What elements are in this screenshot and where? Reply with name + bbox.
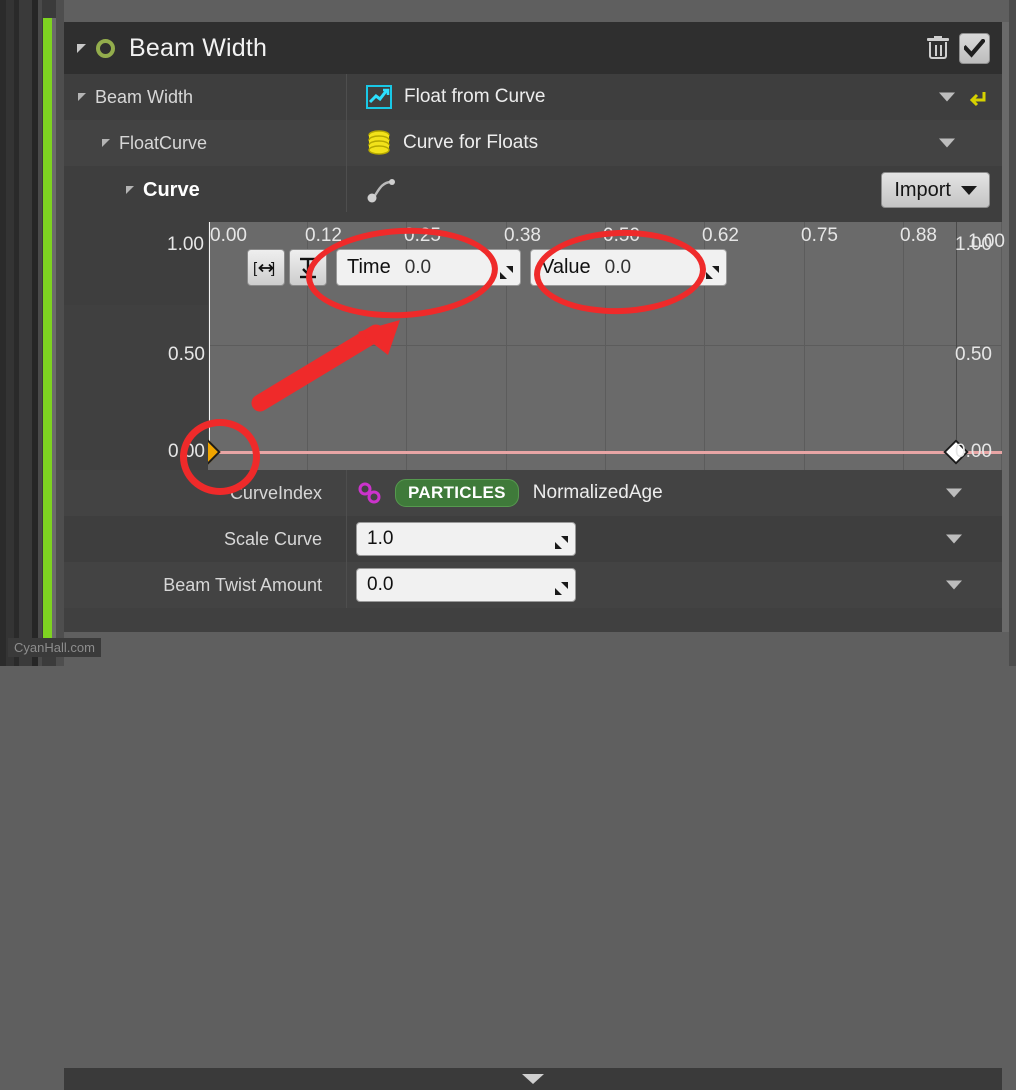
chevron-down-icon[interactable]: [946, 488, 962, 498]
link-chain-icon: [358, 482, 381, 504]
scale-curve-input[interactable]: 1.0: [356, 522, 576, 556]
row-label: Beam Width: [95, 86, 194, 107]
chevron-down-icon[interactable]: [939, 92, 955, 102]
curve-node-icon: [367, 179, 395, 203]
module-enabled-bar: [43, 18, 52, 648]
row-label: FloatCurve: [119, 132, 208, 153]
y-tick-mid-right: 0.50: [955, 344, 992, 365]
row-value: Curve for Floats: [403, 132, 539, 153]
row-float-curve-right[interactable]: Curve for Floats: [347, 120, 538, 166]
y-tick-top-right: 1.00: [955, 234, 992, 255]
header-expander[interactable]: [77, 43, 86, 53]
row-label: Beam Twist Amount: [163, 574, 322, 595]
trash-icon[interactable]: [927, 36, 949, 60]
y-tick-mid: 0.50: [168, 344, 205, 365]
trash-body: [929, 42, 947, 59]
gridline-v: [903, 222, 904, 470]
database-stack-icon: [368, 130, 390, 155]
reset-arrow-icon[interactable]: [968, 86, 990, 108]
check-button[interactable]: [959, 32, 990, 64]
triangle-collapse-icon: [126, 186, 134, 194]
chevron-down-icon[interactable]: [946, 534, 962, 544]
row-beam-twist-right[interactable]: 0.0: [347, 562, 576, 608]
unreal-cascade-property-panel: Beam Width Beam Width Float from Curve F…: [0, 0, 1016, 1090]
x-tick-0: 0.00: [210, 225, 247, 246]
highlight-selected-key: [180, 419, 260, 495]
fit-horizontal-icon[interactable]: [ ]: [247, 249, 285, 286]
triangle-collapse-icon: [78, 93, 86, 101]
gutter-strip-7: [56, 0, 64, 666]
row-label: Scale Curve: [223, 528, 322, 549]
panel-outer-edge: [1009, 0, 1016, 666]
row-value: Float from Curve: [404, 86, 546, 107]
row-beam-width: Beam Width Float from Curve: [64, 74, 1002, 120]
watermark: CyanHall.com: [8, 638, 101, 657]
gutter-strip-6: [38, 0, 42, 666]
row-value: NormalizedAge: [532, 482, 663, 503]
x-tick-6: 0.75: [801, 225, 838, 246]
row-curve-right: [347, 166, 401, 214]
row-curve-index-right[interactable]: PARTICLES NormalizedAge: [347, 470, 663, 516]
import-button[interactable]: Import: [881, 172, 990, 208]
panel-header[interactable]: Beam Width: [64, 22, 1002, 74]
chevron-down-icon[interactable]: [939, 138, 955, 148]
y-tick-bottom-right: 0.00: [955, 441, 992, 462]
x-tick-7: 0.88: [900, 225, 937, 246]
chevron-down-icon: [961, 185, 977, 195]
y-tick-top: 1.00: [167, 234, 204, 255]
fit-horizontal-glyph: [ ]: [253, 260, 275, 277]
green-ring-icon: [96, 38, 115, 58]
row-curve-left[interactable]: Curve: [64, 166, 200, 214]
row-curve: Curve Import: [64, 166, 1002, 214]
row-scale-curve-right[interactable]: 1.0: [347, 516, 576, 562]
trash-line-1: [935, 45, 937, 56]
triangle-collapse-icon: [102, 139, 110, 147]
drag-resize-icon[interactable]: [554, 535, 569, 550]
chevron-down-icon[interactable]: [946, 580, 962, 590]
bottom-section: CurveIndex PARTICLES NormalizedAge Scale…: [64, 470, 1002, 1090]
pointer-arrow: [251, 320, 400, 412]
panel-scrollbar[interactable]: [1002, 22, 1009, 632]
line-chart-icon: [366, 85, 392, 109]
row-scale-curve: Scale Curve 1.0: [64, 516, 1002, 562]
beam-twist-input[interactable]: 0.0: [356, 568, 576, 602]
gutter-strip-2: [6, 0, 14, 666]
gridline-v: [804, 222, 805, 470]
row-label: Curve: [143, 178, 200, 201]
x-tick-5: 0.62: [702, 225, 739, 246]
x-tick-3: 0.38: [504, 225, 541, 246]
drag-resize-icon[interactable]: [705, 265, 720, 280]
row-beam-width-right[interactable]: Float from Curve: [347, 74, 545, 120]
triangle-collapse-icon: [77, 43, 86, 53]
drag-resize-icon[interactable]: [554, 581, 569, 596]
key-stem: [208, 222, 209, 452]
panel-footer-expander[interactable]: [64, 1068, 1002, 1090]
page-title: Beam Width: [129, 33, 268, 62]
module-bar-edge: [52, 18, 56, 648]
row-beam-width-left[interactable]: Beam Width: [64, 74, 193, 120]
property-rows: Beam Width Float from Curve FloatCurve C…: [64, 74, 1002, 214]
curve-polyline: [208, 451, 1002, 454]
trash-line-2: [940, 45, 942, 56]
row-float-curve-left[interactable]: FloatCurve: [64, 120, 207, 166]
beam-twist-value: 0.0: [367, 574, 394, 595]
check-icon: [964, 38, 985, 58]
trash-lid: [927, 38, 949, 41]
row-beam-twist-left: Beam Twist Amount: [64, 562, 334, 608]
row-float-curve: FloatCurve Curve for Floats: [64, 120, 1002, 166]
svg-text:[: [: [253, 260, 258, 277]
header-tools: [927, 32, 1002, 64]
drag-resize-icon[interactable]: [499, 265, 514, 280]
import-button-label: Import: [894, 178, 951, 201]
gridline-v: [1001, 222, 1002, 470]
gutter-strip-4: [19, 0, 32, 666]
row-beam-twist: Beam Twist Amount 0.0: [64, 562, 1002, 608]
row-scale-curve-left: Scale Curve: [64, 516, 334, 562]
status-badge: PARTICLES: [395, 479, 519, 507]
scale-curve-value: 1.0: [367, 528, 394, 549]
chevron-down-icon: [522, 1074, 544, 1084]
key-stem: [956, 222, 957, 452]
